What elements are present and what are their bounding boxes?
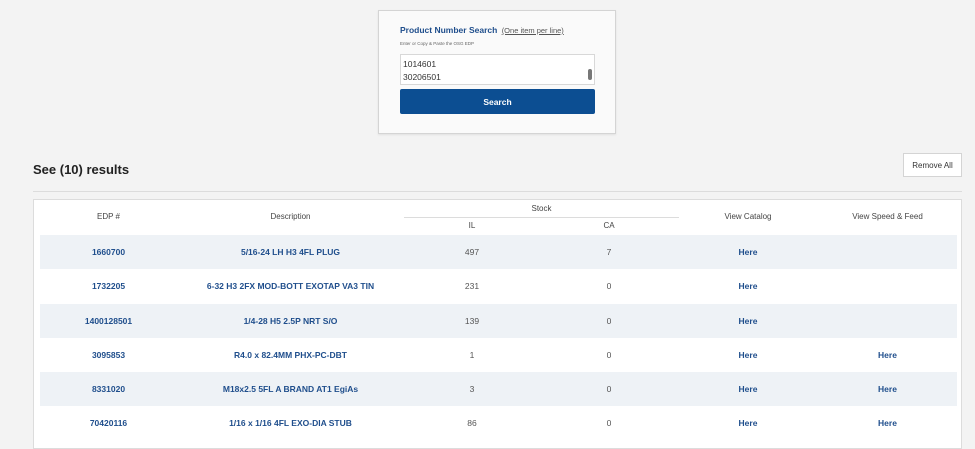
textarea-scrollbar[interactable] bbox=[588, 69, 592, 80]
description-link[interactable]: R4.0 x 82.4MM PHX-PC-DBT bbox=[177, 338, 404, 372]
stock-header-divider bbox=[404, 217, 679, 218]
search-title: Product Number Search (One item per line… bbox=[400, 25, 564, 35]
search-title-hint: (One item per line) bbox=[501, 26, 564, 35]
stock-il: 231 bbox=[464, 281, 480, 291]
stock-il: 3 bbox=[469, 384, 475, 394]
edp-link[interactable]: 3095853 bbox=[40, 338, 177, 372]
remove-all-button[interactable]: Remove All bbox=[903, 153, 962, 177]
table-row: 70420116 1/16 x 1/16 4FL EXO-DIA STUB 86… bbox=[40, 406, 957, 440]
edp-link[interactable]: 1732205 bbox=[40, 269, 177, 303]
edp-link[interactable]: 1400128501 bbox=[40, 304, 177, 338]
edp-link[interactable]: 70420116 bbox=[40, 406, 177, 440]
description-link[interactable]: M18x2.5 5FL A BRAND AT1 EgiAs bbox=[177, 372, 404, 406]
view-speed-feed-link[interactable]: Here bbox=[818, 338, 957, 372]
table-row: 1660700 5/16-24 LH H3 4FL PLUG 497 7 Her… bbox=[40, 235, 957, 269]
view-speed-feed-link[interactable]: Here bbox=[818, 372, 957, 406]
header-ca: CA bbox=[603, 221, 615, 230]
stock-ca: 0 bbox=[606, 418, 612, 428]
stock-ca: 0 bbox=[606, 384, 612, 394]
product-number-search-panel: Product Number Search (One item per line… bbox=[378, 10, 616, 134]
stock-ca: 0 bbox=[606, 316, 612, 326]
results-heading: See (10) results bbox=[33, 162, 130, 177]
edp-input-line: 1014601 bbox=[403, 59, 437, 69]
table-row: 3095853 R4.0 x 82.4MM PHX-PC-DBT 1 0 Her… bbox=[40, 338, 957, 372]
stock-ca: 0 bbox=[606, 350, 612, 360]
table-row: 1732205 6-32 H3 2FX MOD-BOTT EXOTAP VA3 … bbox=[40, 269, 957, 303]
edp-input-line: 30206501 bbox=[403, 71, 441, 82]
edp-input[interactable]: 1014601 30206501 bbox=[400, 54, 595, 85]
stock-ca: 0 bbox=[606, 281, 612, 291]
description-link[interactable]: 1/4-28 H5 2.5P NRT S/O bbox=[177, 304, 404, 338]
view-catalog-link[interactable]: Here bbox=[678, 269, 818, 303]
description-link[interactable]: 5/16-24 LH H3 4FL PLUG bbox=[177, 235, 404, 269]
header-view-catalog: View Catalog bbox=[724, 212, 772, 221]
view-catalog-link[interactable]: Here bbox=[678, 406, 818, 440]
table-row: 8331020 M18x2.5 5FL A BRAND AT1 EgiAs 3 … bbox=[40, 372, 957, 406]
header-description: Description bbox=[270, 212, 311, 221]
edp-link[interactable]: 8331020 bbox=[40, 372, 177, 406]
edp-link[interactable]: 1660700 bbox=[40, 235, 177, 269]
search-button[interactable]: Search bbox=[400, 89, 595, 114]
header-il: IL bbox=[468, 221, 476, 230]
view-speed-feed-link[interactable] bbox=[818, 269, 957, 303]
view-catalog-link[interactable]: Here bbox=[678, 235, 818, 269]
stock-ca: 7 bbox=[606, 247, 612, 257]
header-stock: Stock bbox=[531, 204, 552, 213]
search-title-text: Product Number Search bbox=[400, 25, 498, 35]
view-catalog-link[interactable]: Here bbox=[678, 304, 818, 338]
header-edp: EDP # bbox=[97, 212, 120, 221]
stock-il: 86 bbox=[467, 418, 477, 428]
description-link[interactable]: 1/16 x 1/16 4FL EXO-DIA STUB bbox=[177, 406, 404, 440]
description-link[interactable]: 6-32 H3 2FX MOD-BOTT EXOTAP VA3 TIN bbox=[177, 269, 404, 303]
view-speed-feed-link[interactable] bbox=[818, 235, 957, 269]
divider bbox=[33, 191, 962, 192]
view-speed-feed-link[interactable]: Here bbox=[818, 406, 957, 440]
table-row: 1400128501 1/4-28 H5 2.5P NRT S/O 139 0 … bbox=[40, 304, 957, 338]
view-catalog-link[interactable]: Here bbox=[678, 338, 818, 372]
header-view-speed-feed: View Speed & Feed bbox=[852, 212, 923, 221]
stock-il: 139 bbox=[464, 316, 480, 326]
search-instructions: Enter or Copy & Paste the OSG EDP bbox=[400, 41, 475, 46]
stock-il: 1 bbox=[469, 350, 475, 360]
results-table: EDP # Description Stock IL CA View Catal… bbox=[33, 199, 962, 449]
view-speed-feed-link[interactable] bbox=[818, 304, 957, 338]
view-catalog-link[interactable]: Here bbox=[678, 372, 818, 406]
stock-il: 497 bbox=[464, 247, 480, 257]
